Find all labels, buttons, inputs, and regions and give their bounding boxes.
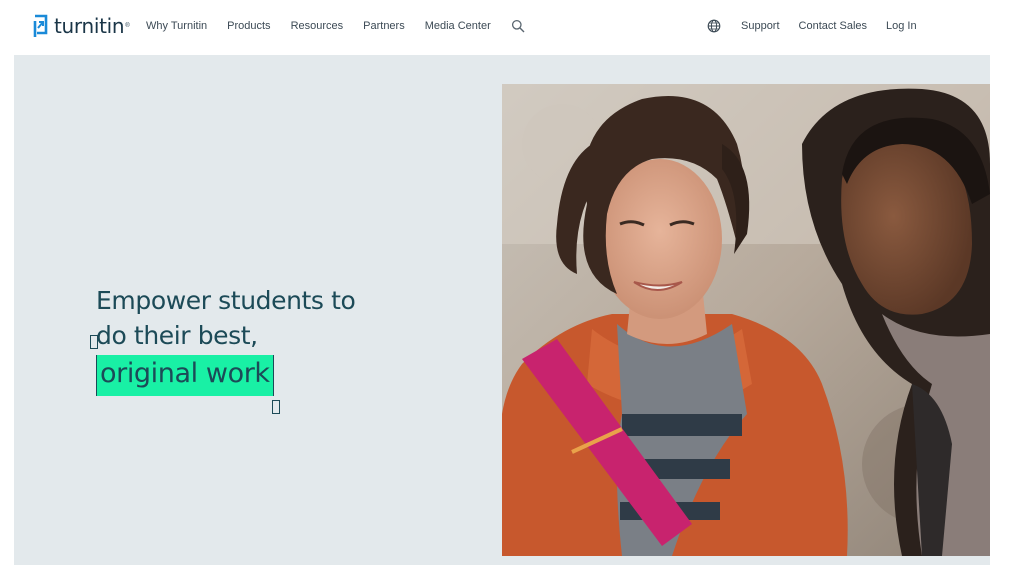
globe-icon[interactable]: [707, 19, 721, 33]
turnitin-logo[interactable]: turnitin ®: [33, 12, 130, 40]
hero-photo: [502, 84, 990, 556]
nav-contact-sales[interactable]: Contact Sales: [799, 20, 867, 32]
nav-resources[interactable]: Resources: [291, 20, 344, 32]
nav-media-center[interactable]: Media Center: [425, 20, 491, 32]
logo-text: turnitin: [54, 14, 125, 38]
text-selection[interactable]: original work: [90, 335, 280, 414]
headline-line-1: Empower students to: [96, 286, 356, 315]
nav-log-in[interactable]: Log In: [886, 20, 917, 32]
trademark-symbol: ®: [125, 23, 130, 29]
hero-section: Empower students to do their best, origi…: [14, 55, 990, 565]
nav-products[interactable]: Products: [227, 20, 270, 32]
selection-start-handle[interactable]: [90, 335, 98, 349]
utility-nav: Support Contact Sales Log In: [707, 17, 936, 35]
search-icon[interactable]: [511, 19, 525, 33]
primary-nav: Why Turnitin Products Resources Partners…: [146, 17, 525, 35]
turnitin-logo-icon: [33, 14, 48, 37]
nav-support[interactable]: Support: [741, 20, 780, 32]
selection-end-handle[interactable]: [271, 400, 280, 414]
headline-highlight: original work: [96, 355, 274, 396]
nav-why-turnitin[interactable]: Why Turnitin: [146, 20, 207, 32]
site-header: turnitin ® Why Turnitin Products Resourc…: [0, 0, 1024, 54]
hero-headline: Empower students to do their best, origi…: [90, 283, 416, 414]
nav-partners[interactable]: Partners: [363, 20, 405, 32]
hero-photo-illustration: [502, 84, 990, 556]
headline-line-2: do their best,: [96, 321, 258, 350]
